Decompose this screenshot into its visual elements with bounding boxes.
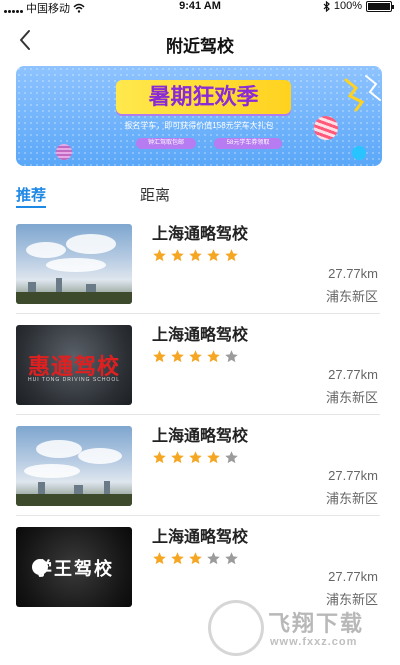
school-district: 浦东新区 — [325, 390, 378, 405]
star-filled-icon — [153, 552, 166, 565]
nav-bar: 附近驾校 — [0, 22, 400, 62]
school-item[interactable]: 上海通略驾校 27.77km 浦东新区 — [0, 422, 400, 523]
star-filled-icon — [171, 350, 184, 363]
rating-stars — [152, 551, 239, 566]
status-bar: 中国移动 9:41 AM 100% — [0, 0, 400, 15]
star-filled-icon — [189, 451, 202, 464]
tab-recommended[interactable]: 推荐 — [16, 184, 47, 208]
star-empty-icon — [207, 552, 220, 565]
star-filled-icon — [189, 552, 202, 565]
school-thumbnail — [16, 426, 132, 506]
star-filled-icon — [207, 451, 220, 464]
star-empty-icon — [225, 350, 238, 363]
star-filled-icon — [207, 350, 220, 363]
banner-title: 暑期狂欢季 — [116, 80, 291, 114]
star-filled-icon — [189, 249, 202, 262]
school-logo-text: 学王驾校 — [34, 559, 114, 579]
star-filled-icon — [207, 249, 220, 262]
battery-icon — [366, 0, 394, 12]
bluetooth-icon — [323, 0, 330, 12]
rating-stars — [152, 248, 239, 263]
tab-distance[interactable]: 距离 — [140, 184, 170, 205]
star-filled-icon — [171, 249, 184, 262]
zigzag-decoration — [344, 75, 381, 112]
divider — [16, 414, 380, 415]
star-filled-icon — [153, 249, 166, 262]
banner-button-2[interactable]: 58元学车券领取 — [214, 138, 282, 149]
divider — [16, 515, 380, 516]
school-name: 上海通略驾校 — [152, 327, 249, 344]
watermark: 飞翔下载 www.fxxz.com — [208, 598, 398, 662]
page-title: 附近驾校 — [166, 37, 234, 56]
star-filled-icon — [171, 451, 184, 464]
school-thumbnail: 惠通驾校 HUI TONG DRIVING SCHOOL — [16, 325, 132, 405]
school-name: 上海通略驾校 — [152, 529, 249, 546]
battery-percent: 100% — [333, 0, 362, 12]
school-item[interactable]: 惠通驾校 HUI TONG DRIVING SCHOOL 上海通略驾校 27.7… — [0, 321, 400, 422]
school-district: 浦东新区 — [325, 289, 378, 304]
star-filled-icon — [153, 451, 166, 464]
promo-banner[interactable]: 暑期狂欢季 报名学车，即可获得价值158元学车大礼包 钟汇驾取包邮 58元学车券… — [16, 66, 382, 166]
star-empty-icon — [225, 451, 238, 464]
status-right: 100% — [323, 0, 394, 12]
star-empty-icon — [225, 552, 238, 565]
school-distance: 27.77km — [328, 367, 378, 382]
star-filled-icon — [189, 350, 202, 363]
banner-subtitle: 报名学车，即可获得价值158元学车大礼包 — [124, 121, 274, 130]
school-name: 上海通略驾校 — [152, 428, 249, 445]
watermark-text: 飞翔下载 — [268, 611, 365, 636]
tab-bar: 推荐 距离 — [0, 184, 400, 208]
star-filled-icon — [171, 552, 184, 565]
school-thumbnail — [16, 224, 132, 304]
star-filled-icon — [225, 249, 238, 262]
school-item[interactable]: 上海通略驾校 27.77km 浦东新区 — [0, 220, 400, 321]
school-distance: 27.77km — [328, 569, 378, 584]
rating-stars — [152, 450, 239, 465]
school-list: 上海通略驾校 27.77km 浦东新区 惠通驾校 HUI TONG DRIVIN… — [0, 220, 400, 624]
school-logo-subtext: HUI TONG DRIVING SCHOOL — [28, 377, 120, 383]
school-thumbnail: 学王驾校 — [16, 527, 132, 607]
deco-ball — [56, 144, 72, 160]
school-distance: 27.77km — [328, 266, 378, 281]
school-distance: 27.77km — [328, 468, 378, 483]
deco-ball — [352, 146, 366, 160]
school-district: 浦东新区 — [325, 491, 378, 506]
banner-button-1[interactable]: 钟汇驾取包邮 — [136, 138, 196, 149]
rating-stars — [152, 349, 239, 364]
watermark-logo-icon — [208, 600, 264, 656]
divider — [16, 313, 380, 314]
school-name: 上海通略驾校 — [152, 226, 249, 243]
watermark-url: www.fxxz.com — [270, 636, 358, 648]
star-filled-icon — [153, 350, 166, 363]
